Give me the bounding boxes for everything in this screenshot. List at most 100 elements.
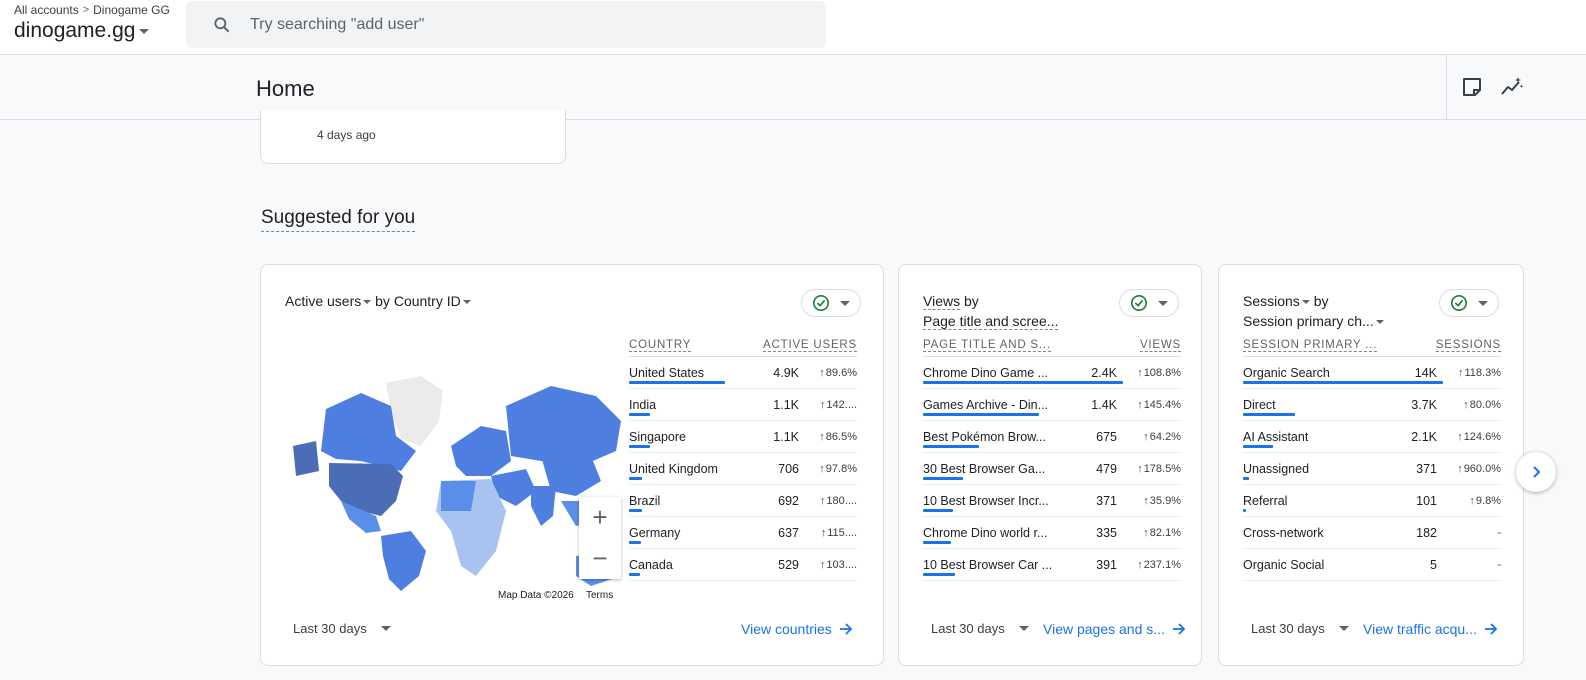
row-label: Singapore	[629, 429, 686, 444]
row-value: 3.7K	[1411, 397, 1437, 412]
row-change: ↑960.0%	[1437, 463, 1501, 475]
table-row[interactable]: Organic Search 14K ↑118.3%	[1243, 357, 1501, 389]
row-value: 182	[1416, 525, 1437, 540]
table-row[interactable]: AI Assistant 2.1K ↑124.6%	[1243, 421, 1501, 453]
row-value: 14K	[1414, 365, 1437, 380]
row-bar	[923, 477, 963, 480]
table-body: Chrome Dino Game ... 2.4K ↑108.8% Games Arc…	[923, 357, 1181, 581]
row-label: Organic Social	[1243, 557, 1325, 572]
row-value: 675	[1096, 429, 1117, 444]
row-label: Germany	[629, 525, 681, 540]
table-row[interactable]: 10 Best Browser Incr... 371 ↑35.9%	[923, 485, 1181, 517]
row-value: 391	[1096, 557, 1117, 572]
zoom-out-button[interactable]: −	[579, 538, 621, 579]
date-range-selector[interactable]: Last 30 days	[1251, 621, 1349, 636]
table-row[interactable]: Chrome Dino Game ... 2.4K ↑108.8%	[923, 357, 1181, 389]
insights-icon[interactable]	[1500, 75, 1524, 99]
table-row[interactable]: 30 Best Browser Ga... 479 ↑178.5%	[923, 453, 1181, 485]
row-bar	[1243, 445, 1273, 448]
view-pages-link[interactable]: View pages and s...	[1043, 621, 1187, 637]
table-row[interactable]: Chrome Dino world r... 335 ↑82.1%	[923, 517, 1181, 549]
row-bar	[629, 445, 651, 448]
dimension-selector[interactable]: Page title and scree...	[923, 313, 1059, 330]
breadcrumb-separator: >	[82, 4, 90, 16]
map-africa-west	[441, 481, 476, 511]
table-row[interactable]: Referral 101 ↑9.8%	[1243, 485, 1501, 517]
view-traffic-link[interactable]: View traffic acqu...	[1363, 621, 1499, 637]
status-button[interactable]	[1119, 289, 1179, 317]
dimension-selector[interactable]: Session primary ch...	[1243, 313, 1384, 329]
column-header-dimension[interactable]: PAGE TITLE AND S...	[923, 339, 1051, 352]
metric-selector[interactable]: Sessions	[1243, 293, 1310, 309]
arrow-up-icon: ↑	[1143, 430, 1149, 443]
date-range-selector[interactable]: Last 30 days	[293, 621, 391, 636]
table-row[interactable]: United States 4.9K ↑89.6%	[629, 357, 857, 389]
table-row[interactable]: 10 Best Browser Car ... 391 ↑237.1%	[923, 549, 1181, 581]
status-button[interactable]	[801, 289, 861, 317]
row-label: Unassigned	[1243, 461, 1310, 476]
table-row[interactable]: Direct 3.7K ↑80.0%	[1243, 389, 1501, 421]
table-row[interactable]: Unassigned 371 ↑960.0%	[1243, 453, 1501, 485]
row-change-value: 35.9%	[1149, 494, 1181, 507]
table-header: COUNTRY ACTIVE USERS	[629, 335, 857, 357]
status-button[interactable]	[1439, 289, 1499, 317]
page-header: Home	[0, 55, 1586, 120]
check-circle-icon	[812, 294, 830, 312]
row-change: ↑180....	[799, 495, 857, 507]
table-row[interactable]: Organic Social 5 -	[1243, 549, 1501, 581]
row-bar	[1243, 413, 1295, 416]
table-row[interactable]: Games Archive - Din... 1.4K ↑145.4%	[923, 389, 1181, 421]
row-value: 371	[1096, 493, 1117, 508]
property-selector[interactable]: dinogame.gg	[14, 19, 150, 43]
row-change-value: 145.4%	[1143, 398, 1181, 411]
card-title: Active users by Country ID	[285, 291, 471, 311]
search-input[interactable]	[250, 15, 750, 34]
column-header-dimension[interactable]: COUNTRY	[629, 339, 692, 352]
row-label: 30 Best Browser Ga...	[923, 461, 1046, 476]
row-label: 10 Best Browser Car ...	[923, 557, 1053, 572]
table-row[interactable]: United Kingdom 706 ↑97.8%	[629, 453, 857, 485]
zoom-in-button[interactable]: +	[579, 497, 621, 538]
row-change: ↑86.5%	[799, 431, 857, 443]
previous-card[interactable]: 4 days ago	[260, 110, 566, 164]
arrow-up-icon: ↑	[1137, 462, 1143, 475]
table-row[interactable]: Singapore 1.1K ↑86.5%	[629, 421, 857, 453]
column-header-metric[interactable]: VIEWS	[1139, 339, 1181, 352]
row-change: ↑103....	[799, 559, 857, 571]
column-header-metric[interactable]: SESSIONS	[1435, 339, 1501, 352]
row-bar	[1243, 477, 1249, 480]
date-range-selector[interactable]: Last 30 days	[931, 621, 1029, 636]
next-cards-button[interactable]	[1516, 452, 1556, 492]
row-value: 5	[1430, 557, 1437, 572]
breadcrumb-account[interactable]: Dinogame GG	[93, 3, 170, 17]
row-change: ↑108.8%	[1117, 367, 1181, 379]
metric-selector[interactable]: Views	[923, 293, 961, 310]
row-change: ↑82.1%	[1117, 527, 1181, 539]
row-change-value: 89.6%	[825, 366, 857, 379]
column-header-metric[interactable]: ACTIVE USERS	[763, 339, 857, 352]
card-timestamp: 4 days ago	[317, 128, 376, 142]
table-row[interactable]: India 1.1K ↑142....	[629, 389, 857, 421]
breadcrumb-all-accounts[interactable]: All accounts	[14, 3, 79, 17]
column-header-dimension[interactable]: SESSION PRIMARY ...	[1243, 339, 1378, 352]
metric-selector[interactable]: Active users	[285, 293, 372, 309]
check-circle-icon	[1130, 294, 1148, 312]
card-views: Views by Page title and scree... PAGE TI…	[898, 264, 1202, 666]
table-row[interactable]: Best Pokémon Brow... 675 ↑64.2%	[923, 421, 1181, 453]
row-value: 101	[1416, 493, 1437, 508]
note-icon[interactable]	[1460, 75, 1484, 99]
search-bar[interactable]	[186, 1, 826, 48]
arrow-up-icon: ↑	[819, 430, 825, 443]
world-map[interactable]	[291, 351, 621, 596]
table-row[interactable]: Germany 637 ↑115....	[629, 517, 857, 549]
dimension-selector[interactable]: Country ID	[394, 293, 471, 309]
map-terms-link[interactable]: Terms	[586, 590, 613, 601]
arrow-right-icon	[1172, 623, 1186, 635]
view-countries-link[interactable]: View countries	[741, 621, 854, 637]
row-bar	[629, 509, 643, 512]
table-row[interactable]: Brazil 692 ↑180....	[629, 485, 857, 517]
row-value: 335	[1096, 525, 1117, 540]
table-row[interactable]: Cross-network 182 -	[1243, 517, 1501, 549]
table-row[interactable]: Canada 529 ↑103....	[629, 549, 857, 581]
arrow-up-icon: ↑	[1137, 398, 1143, 411]
